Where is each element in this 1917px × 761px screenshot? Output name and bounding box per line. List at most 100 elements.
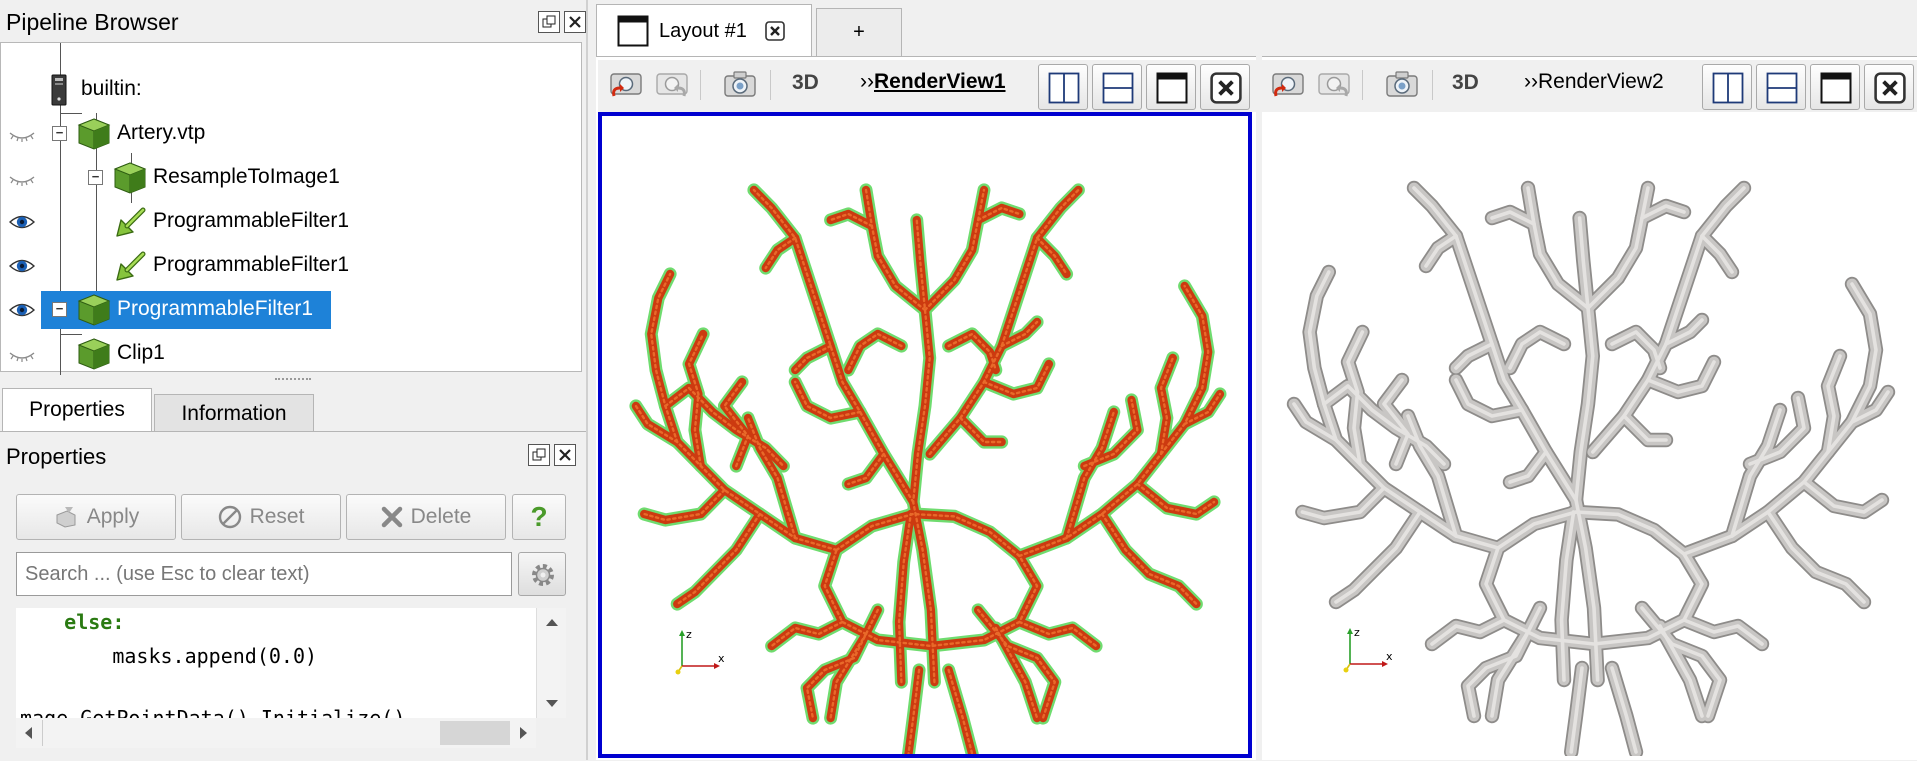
tab-layout-1[interactable]: Layout #1 (596, 4, 812, 56)
pipeline-tree[interactable]: builtin: − Artery.vtp − ResampleToImage1… (0, 42, 583, 375)
float-dock-button[interactable] (538, 11, 560, 33)
filter-cube-icon (77, 337, 111, 371)
filter-cube-icon (77, 293, 111, 327)
orientation-axes-icon: z x (675, 628, 725, 675)
maximize-icon (1820, 72, 1852, 104)
splitter-handle[interactable] (275, 378, 311, 382)
close-view-button[interactable] (1864, 64, 1914, 110)
camera-undo-icon[interactable] (608, 66, 644, 102)
pipeline-item-label: ProgrammableFilter1 (153, 253, 350, 276)
visibility-hidden-icon[interactable] (9, 125, 35, 143)
pipeline-item-programmable-filter-b[interactable]: ProgrammableFilter1 (1, 246, 583, 286)
split-horizontal-button[interactable] (1702, 64, 1752, 110)
maximize-icon (1156, 72, 1188, 104)
collapse-toggle[interactable]: − (88, 170, 103, 185)
split-vertical-icon (1766, 72, 1798, 104)
close-view-button[interactable] (1200, 64, 1250, 110)
visibility-visible-icon[interactable] (9, 213, 35, 231)
float-dock-button[interactable] (528, 444, 550, 466)
add-layout-tab-button[interactable]: + (816, 8, 902, 56)
close-dock-button[interactable] (554, 444, 576, 466)
close-dock-button[interactable] (564, 11, 586, 33)
close-icon (559, 449, 571, 461)
renderview1-name[interactable]: ››RenderView1 (860, 70, 1006, 94)
axis-x-label: x (1386, 650, 1393, 663)
toolbar-separator (1432, 70, 1433, 100)
close-view-icon (1210, 72, 1242, 104)
visibility-hidden-icon[interactable] (9, 169, 35, 187)
gear-icon (532, 564, 554, 586)
visibility-visible-icon[interactable] (9, 257, 35, 275)
float-icon (532, 448, 546, 461)
properties-search-input[interactable] (16, 552, 512, 596)
advanced-settings-button[interactable] (518, 552, 566, 596)
apply-button[interactable]: Apply (16, 494, 176, 540)
toolbar-separator (700, 70, 701, 100)
view-splitter[interactable] (1256, 56, 1262, 760)
scroll-arrows-icon (546, 619, 558, 707)
renderview2-canvas[interactable]: z x (1266, 116, 1913, 756)
orientation-axes-icon: z x (1343, 626, 1393, 673)
split-vertical-button[interactable] (1092, 64, 1142, 110)
horizontal-scrollbar[interactable] (16, 718, 536, 748)
delete-button[interactable]: Delete (346, 494, 506, 540)
tab-information[interactable]: Information (154, 394, 314, 432)
screenshot-camera-icon[interactable] (1384, 66, 1420, 102)
chevron-icon: ›› (1524, 70, 1538, 93)
visibility-hidden-icon[interactable] (9, 345, 35, 363)
pipeline-item-builtin[interactable]: builtin: (1, 70, 583, 110)
axis-x-label: x (718, 652, 725, 665)
help-icon: ? (530, 501, 548, 532)
script-editor[interactable]: else: masks.append(0.0) image.GetPointDa… (16, 608, 536, 718)
delete-icon (381, 506, 402, 528)
view-name-label: RenderView2 (1538, 70, 1664, 93)
maximize-view-button[interactable] (1146, 64, 1196, 110)
screenshot-camera-icon[interactable] (722, 66, 758, 102)
collapse-toggle[interactable]: − (52, 302, 67, 317)
renderview1-canvas[interactable]: z x (598, 112, 1252, 758)
layout-window-icon (617, 15, 649, 47)
pipeline-item-label: Artery.vtp (117, 121, 206, 144)
chevron-icon: ›› (860, 70, 874, 93)
camera-redo-icon[interactable] (1316, 66, 1352, 102)
pipeline-item-resample[interactable]: − ResampleToImage1 (1, 158, 583, 198)
vertical-scrollbar[interactable] (536, 608, 566, 718)
code-line: masks.append(0.0) (16, 644, 318, 668)
source-cube-icon (77, 117, 111, 151)
pipeline-item-label: builtin: (81, 77, 142, 100)
reset-label: Reset (249, 505, 305, 528)
filter-arrow-icon (115, 206, 147, 238)
split-horizontal-icon (1712, 72, 1744, 104)
pipeline-item-artery[interactable]: − Artery.vtp (1, 114, 583, 154)
pipeline-browser-title: Pipeline Browser (6, 9, 179, 35)
camera-undo-icon[interactable] (1270, 66, 1306, 102)
help-button[interactable]: ? (512, 494, 566, 540)
dock-splitter[interactable] (586, 0, 588, 760)
pipeline-item-programmable-filter-selected[interactable]: − ProgrammableFilter1 (1, 290, 583, 330)
code-keyword: else: (16, 610, 125, 634)
camera-redo-icon[interactable] (654, 66, 690, 102)
close-tab-icon[interactable] (765, 21, 785, 41)
pipeline-item-programmable-filter-a[interactable]: ProgrammableFilter1 (1, 202, 583, 242)
toolbar-separator (770, 70, 771, 100)
split-horizontal-button[interactable] (1038, 64, 1088, 110)
filter-arrow-icon (115, 250, 147, 282)
layout-tab-bar: Layout #1 + (596, 0, 1917, 56)
tab-properties[interactable]: Properties (2, 388, 152, 432)
view-name-label: RenderView1 (874, 70, 1006, 93)
pipeline-item-clip[interactable]: Clip1 (1, 334, 583, 374)
reset-button[interactable]: Reset (181, 494, 341, 540)
maximize-view-button[interactable] (1810, 64, 1860, 110)
collapse-toggle[interactable]: − (52, 126, 67, 141)
pipeline-item-label: ProgrammableFilter1 (117, 297, 314, 320)
apply-label: Apply (86, 505, 140, 528)
pipeline-item-label: Clip1 (117, 341, 165, 364)
visibility-visible-icon[interactable] (9, 301, 35, 319)
renderview2-name[interactable]: ››RenderView2 (1524, 70, 1664, 94)
properties-title: Properties (6, 444, 107, 469)
view-mode-3d-button[interactable]: 3D (792, 71, 819, 95)
apply-icon (56, 507, 76, 528)
split-vertical-button[interactable] (1756, 64, 1806, 110)
view-mode-3d-button[interactable]: 3D (1452, 71, 1479, 95)
renderview2-toolbar: 3D ››RenderView2 (1262, 60, 1917, 112)
